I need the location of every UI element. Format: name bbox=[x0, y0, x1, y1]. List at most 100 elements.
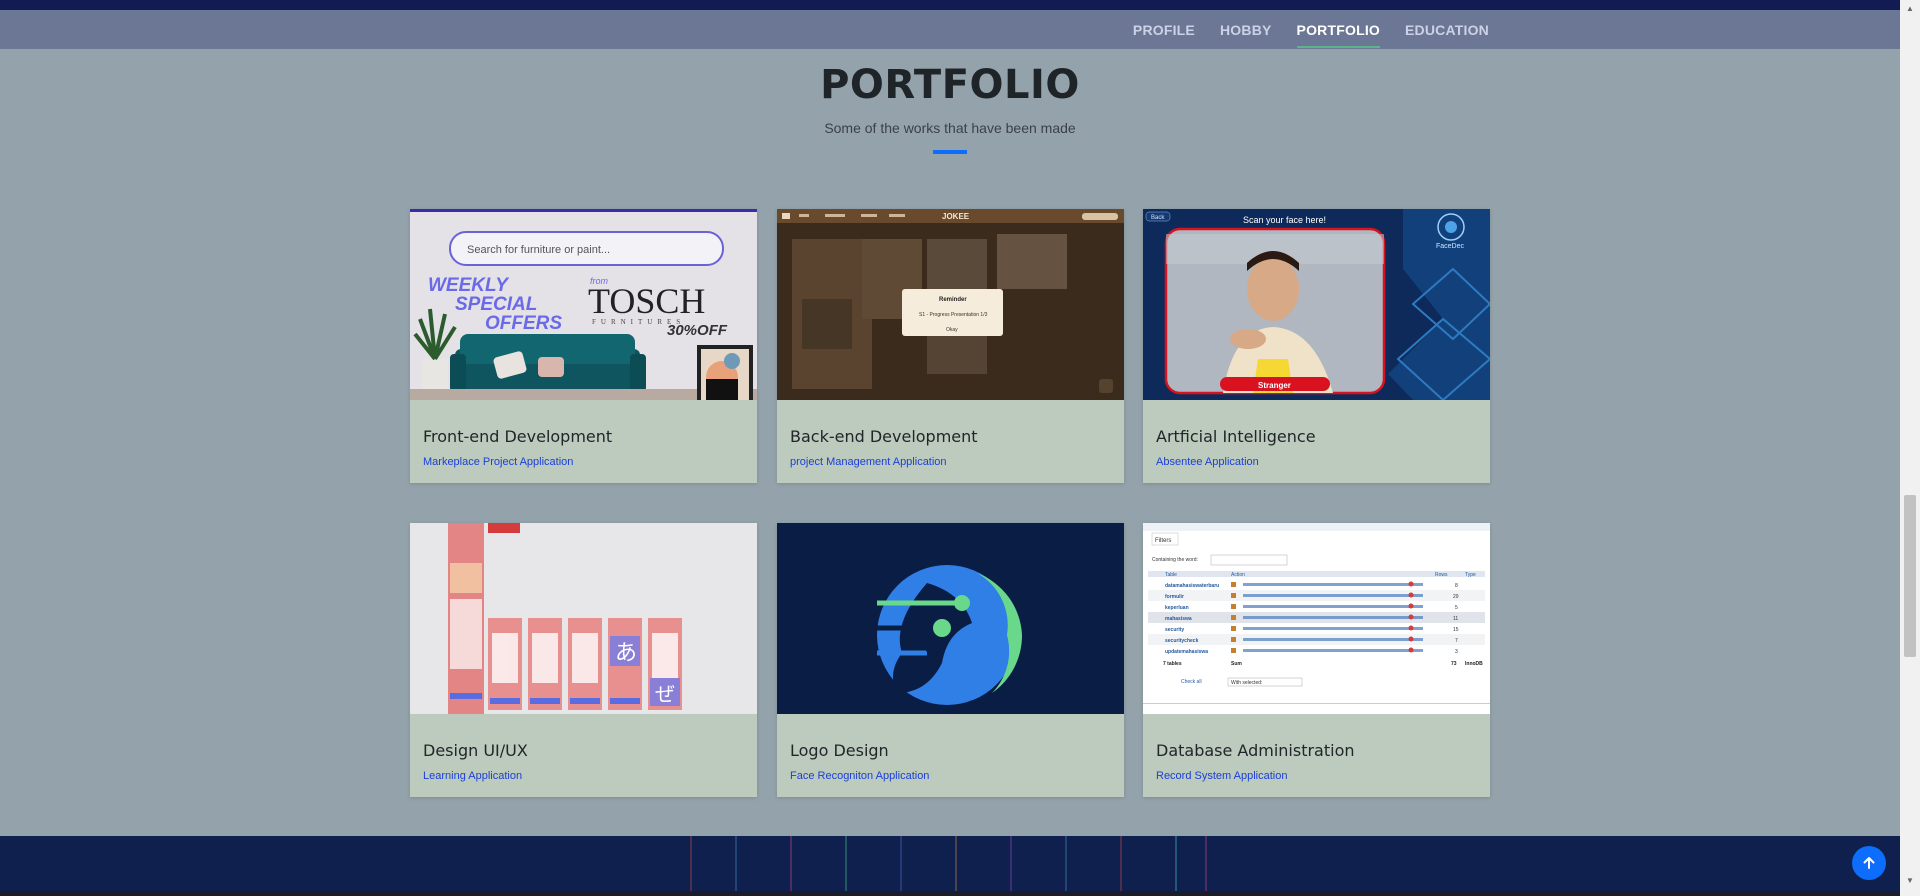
nav-item-portfolio[interactable]: PORTFOLIO bbox=[1296, 18, 1381, 48]
card-body: Artficial Intelligence Absentee Applicat… bbox=[1156, 427, 1477, 470]
svg-text:11: 11 bbox=[1453, 616, 1458, 622]
svg-text:73: 73 bbox=[1451, 661, 1457, 667]
card-link[interactable]: Absentee Application bbox=[1156, 456, 1259, 468]
top-strip bbox=[0, 0, 1900, 10]
footer-decoration-line bbox=[790, 836, 792, 892]
portfolio-card-database[interactable]: Filters Containing the word: Table Actio… bbox=[1143, 523, 1490, 797]
svg-text:29: 29 bbox=[1453, 594, 1459, 600]
card-title: Artficial Intelligence bbox=[1156, 427, 1316, 446]
svg-text:Containing the word:: Containing the word: bbox=[1152, 557, 1198, 563]
svg-text:Sum: Sum bbox=[1231, 661, 1242, 667]
svg-text:Okay: Okay bbox=[946, 327, 958, 333]
svg-text:SPECIAL: SPECIAL bbox=[455, 294, 537, 315]
svg-text:S1 - Progress Presentation 1/3: S1 - Progress Presentation 1/3 bbox=[919, 312, 988, 318]
scroll-thumb[interactable] bbox=[1904, 495, 1916, 657]
footer-decoration-line bbox=[735, 836, 737, 892]
footer-decoration-line bbox=[1120, 836, 1122, 892]
card-thumbnail-jokee: JOKEE Reminder S1 - Progress Presentatio… bbox=[777, 209, 1124, 400]
footer-decoration-line bbox=[900, 836, 902, 892]
footer-decoration-line bbox=[1175, 836, 1177, 892]
svg-text:JOKEE: JOKEE bbox=[942, 212, 970, 221]
portfolio-card-logo[interactable]: Logo Design Face Recogniton Application bbox=[777, 523, 1124, 797]
furniture-search-placeholder: Search for furniture or paint... bbox=[467, 244, 610, 256]
footer-decoration-line bbox=[1010, 836, 1012, 892]
page-scrollbar[interactable]: ▲ ▼ bbox=[1900, 0, 1920, 896]
nav-item-education[interactable]: EDUCATION bbox=[1405, 18, 1489, 42]
nav-links: PROFILE HOBBY PORTFOLIO EDUCATION bbox=[1133, 10, 1489, 49]
page-title: PORTFOLIO bbox=[820, 62, 1080, 108]
database-thumbnail-art: Filters Containing the word: Table Actio… bbox=[1143, 523, 1490, 714]
svg-text:formulir: formulir bbox=[1165, 594, 1184, 600]
svg-text:security: security bbox=[1165, 627, 1184, 633]
title-underline bbox=[933, 150, 967, 154]
card-link[interactable]: Learning Application bbox=[423, 770, 522, 782]
svg-text:ぜ: ぜ bbox=[655, 682, 675, 706]
svg-text:keperluan: keperluan bbox=[1165, 605, 1189, 611]
arrow-up-icon bbox=[1863, 857, 1875, 869]
footer bbox=[0, 836, 1900, 896]
navbar: PROFILE HOBBY PORTFOLIO EDUCATION bbox=[0, 10, 1900, 49]
nav-item-profile[interactable]: PROFILE bbox=[1133, 18, 1195, 42]
learning-thumbnail-art: あ ぜ bbox=[410, 523, 757, 714]
footer-decoration-line bbox=[955, 836, 957, 892]
svg-text:Reminder: Reminder bbox=[939, 297, 967, 303]
svg-text:7 tables: 7 tables bbox=[1163, 661, 1182, 667]
card-thumbnail-face: Back Scan your face here! Stranger FaceD… bbox=[1143, 209, 1490, 400]
portfolio-card-backend[interactable]: JOKEE Reminder S1 - Progress Presentatio… bbox=[777, 209, 1124, 483]
card-thumbnail-logo bbox=[777, 523, 1124, 714]
svg-text:30%OFF: 30%OFF bbox=[667, 322, 728, 339]
taskbar-edge bbox=[0, 891, 1900, 896]
page-subtitle: Some of the works that have been made bbox=[824, 120, 1076, 136]
svg-text:updatemahasiswa: updatemahasiswa bbox=[1165, 649, 1208, 655]
card-thumbnail-furniture: Search for furniture or paint... WEEKLY … bbox=[410, 209, 757, 400]
svg-text:FaceDec: FaceDec bbox=[1436, 243, 1465, 250]
svg-text:securitycheck: securitycheck bbox=[1165, 638, 1199, 644]
svg-text:Check all: Check all bbox=[1181, 679, 1202, 685]
card-link[interactable]: Face Recogniton Application bbox=[790, 770, 929, 782]
card-link[interactable]: Record System Application bbox=[1156, 770, 1287, 782]
footer-decoration-line bbox=[690, 836, 692, 892]
back-to-top-button[interactable] bbox=[1852, 846, 1886, 880]
jokee-thumbnail-art: JOKEE Reminder S1 - Progress Presentatio… bbox=[777, 209, 1124, 400]
card-title: Back-end Development bbox=[790, 427, 978, 446]
card-link[interactable]: Markeplace Project Application bbox=[423, 456, 573, 468]
svg-text:OFFERS: OFFERS bbox=[485, 313, 562, 334]
svg-text:15: 15 bbox=[1453, 627, 1459, 633]
svg-text:Type: Type bbox=[1465, 572, 1476, 578]
furniture-thumbnail-art: Search for furniture or paint... WEEKLY … bbox=[410, 209, 757, 400]
svg-text:Action: Action bbox=[1231, 572, 1245, 578]
svg-text:3: 3 bbox=[1455, 649, 1458, 655]
svg-text:5: 5 bbox=[1455, 605, 1458, 611]
face-thumbnail-art: Back Scan your face here! Stranger FaceD… bbox=[1143, 209, 1490, 400]
card-body: Logo Design Face Recogniton Application bbox=[790, 741, 1111, 784]
scroll-down-arrow-icon[interactable]: ▼ bbox=[1905, 876, 1915, 886]
portfolio-card-ai[interactable]: Back Scan your face here! Stranger FaceD… bbox=[1143, 209, 1490, 483]
svg-text:TOSCH: TOSCH bbox=[588, 281, 705, 321]
scroll-up-arrow-icon[interactable]: ▲ bbox=[1905, 4, 1915, 14]
svg-text:mahasiswa: mahasiswa bbox=[1165, 616, 1192, 622]
svg-text:Back: Back bbox=[1151, 215, 1165, 221]
footer-decoration-line bbox=[845, 836, 847, 892]
svg-text:WEEKLY: WEEKLY bbox=[428, 275, 510, 296]
svg-text:Scan your face here!: Scan your face here! bbox=[1243, 215, 1326, 225]
svg-text:Rows: Rows bbox=[1435, 572, 1448, 578]
section-header: PORTFOLIO Some of the works that have be… bbox=[0, 62, 1900, 154]
nav-item-hobby[interactable]: HOBBY bbox=[1220, 18, 1272, 42]
card-thumbnail-learning: あ ぜ bbox=[410, 523, 757, 714]
card-title: Design UI/UX bbox=[423, 741, 528, 760]
portfolio-card-uiux[interactable]: あ ぜ Design UI/UX Learning Application bbox=[410, 523, 757, 797]
card-link[interactable]: project Management Application bbox=[790, 456, 947, 468]
svg-text:7: 7 bbox=[1455, 638, 1458, 644]
footer-decoration-line bbox=[1205, 836, 1207, 892]
card-title: Front-end Development bbox=[423, 427, 613, 446]
svg-text:あ: あ bbox=[615, 641, 637, 666]
logo-thumbnail-art bbox=[777, 523, 1124, 714]
svg-text:datamahasiswaterbaru: datamahasiswaterbaru bbox=[1165, 583, 1219, 589]
portfolio-card-frontend[interactable]: Search for furniture or paint... WEEKLY … bbox=[410, 209, 757, 483]
card-body: Back-end Development project Management … bbox=[790, 427, 1111, 470]
svg-text:Filters: Filters bbox=[1155, 538, 1171, 544]
card-body: Database Administration Record System Ap… bbox=[1156, 741, 1477, 784]
card-thumbnail-database: Filters Containing the word: Table Actio… bbox=[1143, 523, 1490, 714]
svg-text:InnoDB: InnoDB bbox=[1465, 661, 1483, 667]
card-body: Design UI/UX Learning Application bbox=[423, 741, 744, 784]
